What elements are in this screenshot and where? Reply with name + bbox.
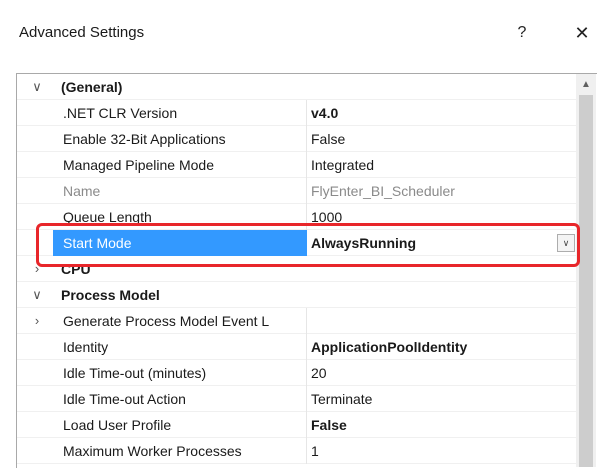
scroll-up-icon[interactable]: ▲: [576, 74, 596, 94]
property-value[interactable]: v4.0: [307, 100, 577, 126]
property-value[interactable]: ApplicationPoolIdentity: [307, 334, 577, 360]
property-value[interactable]: FlyEnter_BI_Scheduler: [307, 178, 577, 204]
scroll-thumb[interactable]: [579, 95, 593, 467]
category-row[interactable]: ∨ (General): [17, 74, 577, 100]
property-name[interactable]: Queue Length: [53, 204, 307, 230]
property-row[interactable]: Enable 32-Bit Applications False: [17, 126, 577, 152]
vertical-scrollbar[interactable]: ▲: [576, 74, 596, 467]
property-name[interactable]: Enable 32-Bit Applications: [53, 126, 307, 152]
property-value[interactable]: 20: [307, 360, 577, 386]
help-button[interactable]: ?: [509, 20, 535, 46]
dialog-title: Advanced Settings: [19, 24, 145, 41]
property-row[interactable]: Identity ApplicationPoolIdentity: [17, 334, 577, 360]
chevron-down-icon[interactable]: ∨: [557, 234, 575, 252]
property-value[interactable]: Terminate: [307, 386, 577, 412]
category-row[interactable]: ∨ Process Model: [17, 282, 577, 308]
property-value[interactable]: AlwaysRunning: [307, 230, 577, 256]
property-row[interactable]: Managed Pipeline Mode Integrated: [17, 152, 577, 178]
chevron-down-icon[interactable]: ∨: [29, 282, 45, 308]
property-row[interactable]: Idle Time-out (minutes) 20: [17, 360, 577, 386]
property-name[interactable]: Maximum Worker Processes: [53, 438, 307, 464]
property-value[interactable]: False: [307, 412, 577, 438]
property-value[interactable]: 1000: [307, 204, 577, 230]
chevron-down-icon[interactable]: ∨: [29, 74, 45, 100]
category-label: Process Model: [61, 287, 160, 303]
category-label: CPU: [61, 261, 91, 277]
property-row[interactable]: › Generate Process Model Event L: [17, 308, 577, 334]
property-name[interactable]: Managed Pipeline Mode: [53, 152, 307, 178]
property-row[interactable]: Queue Length 1000: [17, 204, 577, 230]
category-label: (General): [61, 79, 123, 95]
property-name[interactable]: .NET CLR Version: [53, 100, 307, 126]
property-name[interactable]: Load User Profile: [53, 412, 307, 438]
property-name[interactable]: Generate Process Model Event L: [53, 308, 307, 334]
property-name[interactable]: Name: [53, 178, 307, 204]
close-button[interactable]: ✕: [569, 20, 595, 46]
property-row[interactable]: Idle Time-out Action Terminate: [17, 386, 577, 412]
property-name[interactable]: Start Mode: [53, 230, 307, 256]
property-row[interactable]: Name FlyEnter_BI_Scheduler: [17, 178, 577, 204]
property-row[interactable]: Start Mode AlwaysRunning ∨: [17, 230, 577, 256]
property-name[interactable]: Idle Time-out (minutes): [53, 360, 307, 386]
property-row[interactable]: Load User Profile False: [17, 412, 577, 438]
property-name[interactable]: Identity: [53, 334, 307, 360]
category-row[interactable]: › CPU: [17, 256, 577, 282]
chevron-right-icon[interactable]: ›: [29, 256, 45, 282]
property-value[interactable]: 1: [307, 438, 577, 464]
property-grid[interactable]: ∨ (General) .NET CLR Version v4.0 Enable 32-…: [16, 73, 597, 468]
chevron-right-icon[interactable]: ›: [29, 308, 45, 334]
dialog-titlebar: Advanced Settings ? ✕: [0, 0, 611, 66]
property-row[interactable]: Maximum Worker Processes 1: [17, 438, 577, 464]
property-name[interactable]: Idle Time-out Action: [53, 386, 307, 412]
property-row[interactable]: .NET CLR Version v4.0: [17, 100, 577, 126]
property-value[interactable]: Integrated: [307, 152, 577, 178]
property-value[interactable]: False: [307, 126, 577, 152]
property-value[interactable]: [307, 308, 577, 334]
